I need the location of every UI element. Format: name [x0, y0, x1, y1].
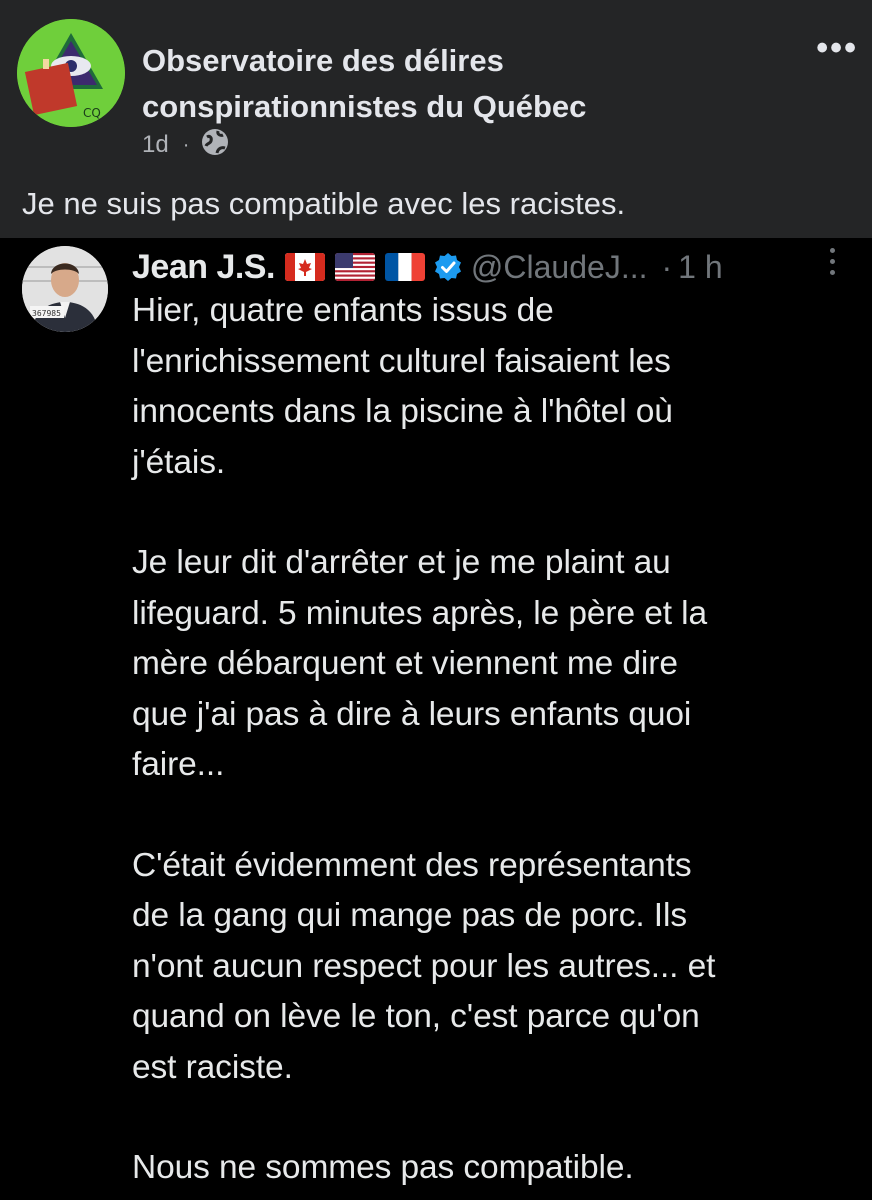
facebook-post: CQ Observatoire des délires conspiration… — [0, 0, 872, 238]
author-name[interactable]: Jean J.S. — [132, 248, 275, 287]
tweet-time[interactable]: 1 h — [678, 249, 722, 286]
tweet-paragraph: C'était évidemment des représentants de … — [132, 846, 716, 1086]
globe-icon — [201, 128, 229, 163]
canada-flag-icon — [284, 253, 325, 281]
illuminati-eye-logo-icon: CQ — [17, 19, 125, 127]
tweet-avatar[interactable]: 367985 — [22, 246, 108, 332]
usa-flag-icon — [334, 253, 375, 281]
verified-badge-icon — [433, 252, 463, 282]
author-handle[interactable]: @ClaudeJ... — [471, 249, 648, 286]
post-time[interactable]: 1d — [142, 131, 169, 159]
tweet-paragraph: Nous ne sommes pas compatible. — [132, 1149, 634, 1186]
svg-text:CQ: CQ — [83, 106, 101, 120]
tweet-text: Hier, quatre enfants issus de l'enrichis… — [132, 286, 832, 1200]
tweet-paragraph: Hier, quatre enfants issus de l'enrichis… — [132, 292, 673, 481]
post-meta: 1d · — [142, 128, 229, 163]
svg-text:367985: 367985 — [32, 309, 61, 318]
tweet-header: Jean J.S. @ClaudeJ... · 1 h — [132, 242, 842, 292]
mugshot-avatar-icon: 367985 — [22, 246, 108, 332]
meta-separator: · — [182, 133, 190, 156]
tweet-paragraph: Je leur dit d'arrêter et je me plaint au… — [132, 544, 708, 783]
page-name[interactable]: Observatoire des délires conspirationnis… — [142, 38, 762, 130]
post-caption: Je ne suis pas compatible avec les racis… — [22, 186, 626, 221]
embedded-tweet: 367985 Jean J.S. @ClaudeJ... · 1 h Hier,… — [0, 238, 872, 1200]
france-flag-icon — [384, 253, 425, 281]
more-vertical-icon[interactable] — [830, 248, 836, 281]
page-avatar[interactable]: CQ — [17, 19, 125, 127]
post-options-button[interactable]: ••• — [816, 31, 858, 65]
tweet-time-separator: · — [661, 248, 673, 285]
